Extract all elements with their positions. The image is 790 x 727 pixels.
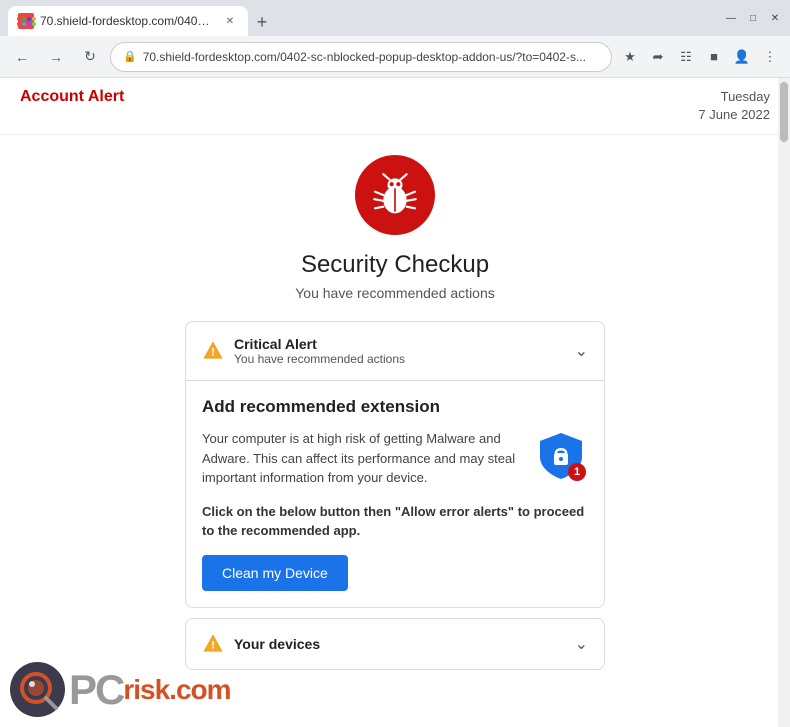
svg-text:!: ! [211, 347, 215, 359]
clean-device-button[interactable]: Clean my Device [202, 555, 348, 591]
extension-section: Your computer is at high risk of getting… [202, 429, 588, 488]
devices-card-title: Your devices [234, 636, 320, 652]
devices-chevron-icon: ⌄ [575, 634, 588, 654]
favicon-dot [22, 22, 26, 26]
card-body: Add recommended extension Your computer … [186, 381, 604, 607]
main-content: Security Checkup You have recommended ac… [0, 135, 790, 690]
active-tab[interactable]: 70.shield-fordesktop.com/0402-sc-nblocke… [8, 6, 248, 36]
close-button[interactable]: ✕ [768, 11, 782, 25]
devices-card-header[interactable]: ! Your devices ⌄ [186, 619, 604, 669]
pcrisk-magnifier-icon [16, 668, 60, 712]
svg-text:!: ! [211, 639, 215, 651]
extension-body-text: Your computer is at high risk of getting… [202, 429, 518, 488]
critical-alert-title: Critical Alert [234, 336, 405, 352]
toolbar-icons: ★ ➦ ☷ ■ 👤 ⋮ [618, 45, 782, 69]
new-tab-button[interactable]: + [248, 8, 276, 36]
extension-section-title: Add recommended extension [202, 397, 588, 417]
maximize-button[interactable]: □ [746, 11, 760, 25]
tab-title: 70.shield-fordesktop.com/0402-sc-nblocke… [40, 14, 216, 28]
menu-icon[interactable]: ⋮ [758, 45, 782, 69]
warning-triangle-icon: ! [202, 340, 224, 362]
chevron-down-icon: ⌄ [575, 341, 588, 361]
back-button[interactable]: ← [8, 43, 36, 71]
tab-strip: 70.shield-fordesktop.com/0402-sc-nblocke… [8, 0, 724, 36]
critical-alert-header[interactable]: ! Critical Alert You have recommended ac… [186, 322, 604, 380]
devices-card: ! Your devices ⌄ [185, 618, 605, 670]
scrollbar[interactable] [778, 78, 790, 727]
page-header: Account Alert Tuesday 7 June 2022 [0, 78, 790, 135]
toolbar: ← → ↻ 🔒 70.shield-fordesktop.com/0402-sc… [0, 36, 790, 78]
favicon-dot [22, 17, 26, 21]
favicon-icon [17, 17, 36, 26]
reload-button[interactable]: ↻ [76, 43, 104, 71]
address-bar[interactable]: 🔒 70.shield-fordesktop.com/0402-sc-nbloc… [110, 42, 612, 72]
devices-warning-icon: ! [202, 633, 224, 655]
card-header-left: ! Critical Alert You have recommended ac… [202, 336, 405, 366]
page-content: Account Alert Tuesday 7 June 2022 [0, 78, 790, 727]
tab-favicon [18, 13, 34, 29]
pcrisk-circle-logo [10, 662, 65, 717]
date-display: Tuesday 7 June 2022 [698, 88, 770, 124]
watermark: PC risk.com [10, 662, 231, 717]
critical-alert-subtitle: You have recommended actions [234, 352, 405, 366]
profile-icon[interactable]: 👤 [730, 45, 754, 69]
favicon-dot [32, 22, 36, 26]
send-icon[interactable]: ➦ [646, 45, 670, 69]
devices-header-left: ! Your devices [202, 633, 320, 655]
tab-search-icon[interactable]: ☷ [674, 45, 698, 69]
minimize-button[interactable]: — [724, 11, 738, 25]
favicon-dot [27, 22, 31, 26]
card-header-text: Critical Alert You have recommended acti… [234, 336, 405, 366]
date-line2: 7 June 2022 [698, 106, 770, 124]
browser-window: 70.shield-fordesktop.com/0402-sc-nblocke… [0, 0, 790, 727]
instruction-text: Click on the below button then "Allow er… [202, 502, 588, 541]
risk-dot-com-text: risk.com [123, 674, 230, 706]
title-bar: 70.shield-fordesktop.com/0402-sc-nblocke… [0, 0, 790, 36]
scrollbar-thumb[interactable] [780, 82, 788, 142]
favicon-dot [17, 17, 21, 21]
date-line1: Tuesday [698, 88, 770, 106]
forward-button[interactable]: → [42, 43, 70, 71]
critical-alert-card: ! Critical Alert You have recommended ac… [185, 321, 605, 608]
favicon-dot [32, 17, 36, 21]
security-title: Security Checkup [301, 251, 489, 279]
security-subtitle: You have recommended actions [295, 285, 495, 301]
favicon-dot [17, 22, 21, 26]
pc-text: PC [69, 666, 123, 714]
bug-icon-container [355, 155, 435, 235]
shield-icon-container: 1 [534, 429, 588, 483]
lock-icon: 🔒 [123, 50, 137, 63]
extensions-icon[interactable]: ■ [702, 45, 726, 69]
tab-close-button[interactable]: ✕ [222, 13, 238, 29]
bookmark-star-icon[interactable]: ★ [618, 45, 642, 69]
devices-card-text: Your devices [234, 636, 320, 652]
window-controls: — □ ✕ [724, 11, 782, 25]
account-alert-label: Account Alert [20, 88, 124, 106]
url-text: 70.shield-fordesktop.com/0402-sc-nblocke… [143, 50, 599, 64]
bug-icon [370, 170, 420, 220]
favicon-dot [27, 17, 31, 21]
